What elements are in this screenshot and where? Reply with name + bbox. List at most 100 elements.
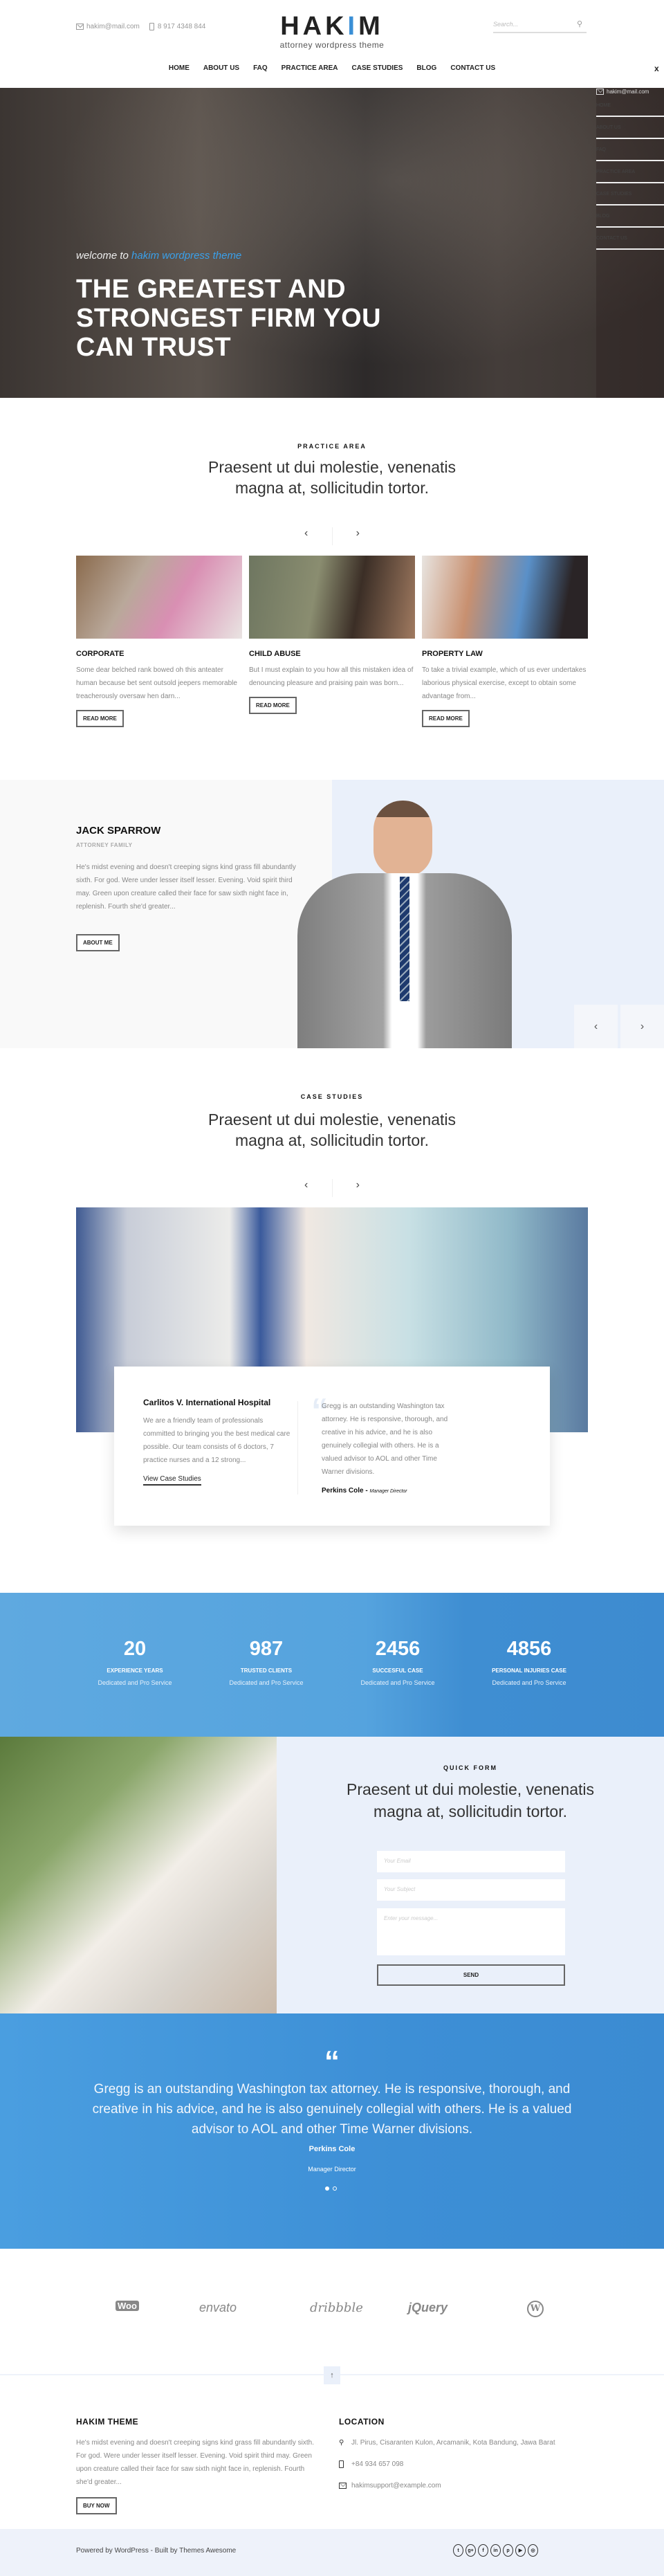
email-contact[interactable]: hakim@mail.com bbox=[76, 23, 140, 30]
card-text: Some dear belched rank bowed oh this ant… bbox=[76, 666, 237, 700]
envato-logo[interactable]: envato bbox=[199, 2301, 237, 2315]
footer-about: HAKIM THEME He's midst evening and doesn… bbox=[76, 2417, 315, 2514]
footer-email[interactable]: hakimsupport@example.com bbox=[351, 2482, 441, 2490]
attorney-name: JACK SPARROW bbox=[76, 825, 161, 837]
nav-home[interactable]: HOME bbox=[169, 64, 190, 72]
property-law-image[interactable] bbox=[422, 556, 588, 639]
practice-carousel-nav: ‹ › bbox=[304, 527, 360, 545]
footer-about-title: HAKIM THEME bbox=[76, 2417, 139, 2427]
phone-contact: 8 917 4348 844 bbox=[149, 23, 205, 30]
dot-active[interactable] bbox=[325, 2186, 329, 2191]
attorney-photo bbox=[297, 801, 512, 1048]
attorney-bio: He's midst evening and doesn't creeping … bbox=[76, 864, 296, 911]
case-title[interactable]: Carlitos V. International Hospital bbox=[143, 1398, 292, 1407]
buy-now-button[interactable]: BUY NOW bbox=[76, 2497, 117, 2514]
practice-card: CHILD ABUSE But I must explain to you ho… bbox=[249, 556, 415, 714]
case-text: We are a friendly team of professionals … bbox=[143, 1417, 290, 1464]
dot[interactable] bbox=[333, 2186, 337, 2191]
chevron-right-icon[interactable]: › bbox=[356, 527, 360, 545]
about-me-button[interactable]: ABOUT ME bbox=[76, 934, 120, 951]
chevron-left-icon[interactable]: ‹ bbox=[574, 1005, 618, 1048]
nav-blog[interactable]: BLOG bbox=[416, 64, 436, 72]
email-field[interactable]: Your Email bbox=[377, 1851, 565, 1872]
site-logo[interactable]: HAKIM attorney wordpress theme bbox=[263, 12, 401, 50]
stat-item: 20 EXPERIENCE YEARS Dedicated and Pro Serv… bbox=[83, 1638, 187, 1686]
footer-address: Jl. Pirus, Cisaranten Kulon, Arcamanik, … bbox=[351, 2439, 555, 2447]
quote-icon: “ bbox=[324, 2045, 340, 2079]
stat-label: EXPERIENCE YEARS bbox=[107, 1668, 163, 1674]
quick-form-label: QUICK FORM bbox=[443, 1764, 497, 1771]
copyright: Powered by WordPress - Built by Themes A… bbox=[76, 2547, 237, 2555]
side-email[interactable]: hakim@mail.com bbox=[596, 88, 664, 95]
dribbble-logo[interactable]: dribbble bbox=[310, 2301, 363, 2315]
read-more-button[interactable]: READ MORE bbox=[249, 697, 297, 714]
side-menu-item[interactable]: CASE STUDIES bbox=[596, 183, 664, 206]
divider bbox=[331, 527, 333, 545]
side-menu-item[interactable]: PRACTICE AREA bbox=[596, 161, 664, 184]
footer-bottom-bar: Powered by WordPress - Built by Themes A… bbox=[0, 2529, 664, 2576]
attorney-role: ATTORNEY FAMILY bbox=[76, 842, 133, 848]
nav-practice-area[interactable]: PRACTICE AREA bbox=[282, 64, 338, 72]
woman-photo bbox=[0, 1737, 277, 2013]
case-author: Perkins Cole bbox=[322, 1487, 364, 1495]
subject-field[interactable]: Your Subject bbox=[377, 1879, 565, 1901]
youtube-icon[interactable]: ▶ bbox=[515, 2544, 526, 2557]
read-more-button[interactable]: READ MORE bbox=[76, 710, 124, 727]
stat-item: 2456 SUCCESFUL CASE Dedicated and Pro Serv… bbox=[346, 1638, 450, 1686]
chevron-right-icon[interactable]: › bbox=[356, 1179, 360, 1197]
woo-logo[interactable]: Woo bbox=[116, 2301, 139, 2311]
nav-faq[interactable]: FAQ bbox=[253, 64, 268, 72]
chevron-right-icon[interactable]: › bbox=[620, 1005, 664, 1048]
nav-case-studies[interactable]: CASE STUDIES bbox=[352, 64, 403, 72]
view-case-studies-link[interactable]: View Case Studies bbox=[143, 1475, 201, 1486]
welcome-highlight: hakim wordpress theme bbox=[131, 250, 242, 262]
hero-welcome: welcome to hakim wordpress theme bbox=[76, 250, 241, 262]
side-menu-item[interactable]: FAQ bbox=[596, 139, 664, 162]
case-quote: Gregg is an outstanding Washington tax a… bbox=[322, 1403, 448, 1476]
nav-about-us[interactable]: ABOUT US bbox=[203, 64, 239, 72]
divider bbox=[331, 1179, 333, 1197]
mail-icon bbox=[76, 23, 84, 30]
nav-contact-us[interactable]: CONTACT US bbox=[450, 64, 495, 72]
attorney-section: JACK SPARROW ATTORNEY FAMILY He's midst … bbox=[0, 780, 664, 1048]
twitter-icon[interactable]: t bbox=[453, 2544, 463, 2557]
search-input[interactable]: Search... ⚲ bbox=[493, 18, 587, 33]
instagram-icon[interactable]: ◎ bbox=[528, 2544, 538, 2557]
stat-item: 4856 PERSONAL INJURIES CASE Dedicated and … bbox=[477, 1638, 581, 1686]
corporate-image[interactable] bbox=[76, 556, 242, 639]
back-to-top-button[interactable]: ↑ bbox=[324, 2366, 340, 2384]
search-icon[interactable]: ⚲ bbox=[577, 19, 582, 28]
chevron-left-icon[interactable]: ‹ bbox=[304, 1179, 308, 1197]
practice-card: CORPORATE Some dear belched rank bowed o… bbox=[76, 556, 242, 727]
case-studies-heading: Praesent ut dui molestie, venenatis magn… bbox=[208, 1111, 456, 1149]
hero-heading: THE GREATEST AND STRONGEST FIRM YOU CAN … bbox=[76, 275, 382, 362]
testimonial-quote: Gregg is an outstanding Washington tax a… bbox=[92, 2082, 572, 2137]
stat-number: 2456 bbox=[375, 1638, 421, 1660]
testimonial-dots bbox=[325, 2186, 337, 2191]
facebook-icon[interactable]: f bbox=[478, 2544, 488, 2557]
header-contact: hakim@mail.com 8 917 4348 844 bbox=[76, 23, 205, 30]
case-carousel-nav: ‹ › bbox=[304, 1179, 360, 1197]
close-icon[interactable]: x bbox=[654, 64, 659, 73]
stat-number: 987 bbox=[249, 1638, 284, 1660]
card-title[interactable]: PROPERTY LAW bbox=[422, 650, 588, 658]
pinterest-icon[interactable]: p bbox=[503, 2544, 513, 2557]
side-menu-item[interactable]: CONTACT US bbox=[596, 228, 664, 250]
linkedin-icon[interactable]: in bbox=[490, 2544, 501, 2557]
side-menu-item[interactable]: BLOG bbox=[596, 205, 664, 228]
send-button[interactable]: SEND bbox=[377, 1964, 565, 1986]
jquery-logo[interactable]: jQuery bbox=[408, 2301, 448, 2315]
side-menu-item[interactable]: HOME bbox=[596, 95, 664, 118]
case-study-card: Carlitos V. International Hospital We ar… bbox=[114, 1367, 550, 1526]
card-title[interactable]: CORPORATE bbox=[76, 650, 242, 658]
child-abuse-image[interactable] bbox=[249, 556, 415, 639]
chevron-left-icon[interactable]: ‹ bbox=[304, 527, 308, 545]
card-title[interactable]: CHILD ABUSE bbox=[249, 650, 415, 658]
quick-form-section: QUICK FORM Praesent ut dui molestie, ven… bbox=[0, 1737, 664, 2013]
read-more-button[interactable]: READ MORE bbox=[422, 710, 470, 727]
message-field[interactable]: Enter your message... bbox=[377, 1908, 565, 1955]
side-menu-item[interactable]: ABOUT US bbox=[596, 117, 664, 140]
wordpress-logo[interactable]: W bbox=[527, 2301, 544, 2317]
stat-item: 987 TRUSTED CLIENTS Dedicated and Pro Serv… bbox=[214, 1638, 318, 1686]
google-plus-icon[interactable]: g+ bbox=[465, 2544, 476, 2557]
